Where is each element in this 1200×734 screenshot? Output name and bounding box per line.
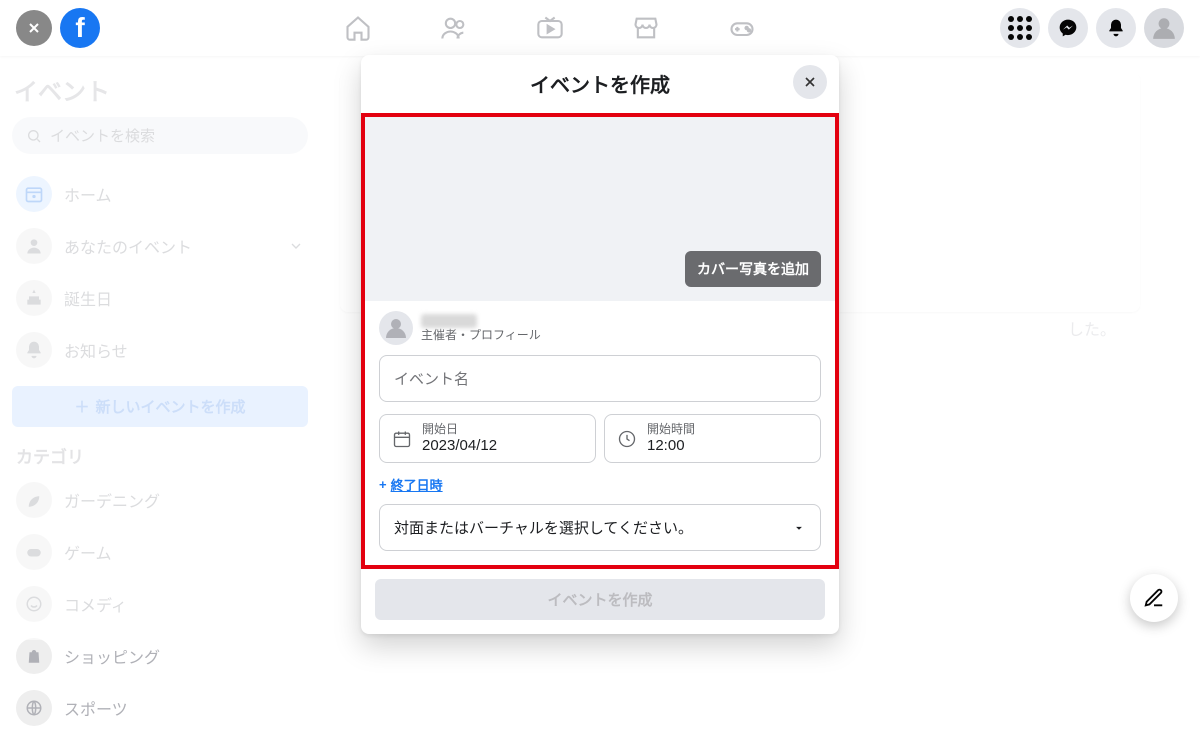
edit-icon — [1143, 587, 1165, 609]
add-end-datetime[interactable]: + 終了日時 — [365, 469, 835, 494]
add-end-label: 終了日時 — [391, 475, 443, 494]
modal-footer: イベントを作成 — [361, 569, 839, 634]
messenger-button[interactable] — [1048, 8, 1088, 48]
facebook-logo[interactable]: f — [60, 8, 100, 48]
start-time-value: 12:00 — [647, 437, 695, 454]
plus-icon: + — [379, 477, 387, 492]
modal-header: イベントを作成 — [361, 55, 839, 113]
marketplace-icon — [632, 14, 660, 42]
top-bar: f — [0, 0, 1200, 56]
add-cover-button[interactable]: カバー写真を追加 — [685, 251, 821, 287]
account-avatar[interactable] — [1144, 8, 1184, 48]
ball-icon — [25, 699, 43, 717]
close-icon — [26, 20, 42, 36]
nav-home[interactable] — [334, 4, 382, 52]
avatar-icon — [1151, 15, 1177, 41]
avatar-icon — [384, 316, 408, 340]
friends-icon — [440, 14, 468, 42]
start-time-label: 開始時間 — [647, 423, 695, 437]
nav-friends[interactable] — [430, 4, 478, 52]
organizer-name-blurred — [421, 314, 477, 328]
nav-marketplace[interactable] — [622, 4, 670, 52]
messenger-icon — [1058, 18, 1078, 38]
top-center-nav — [334, 4, 766, 52]
organizer-role: 主催者・プロフィール — [421, 328, 541, 342]
category-label: ショッピング — [64, 644, 160, 668]
location-type-select[interactable]: 対面またはバーチャルを選択してください。 — [379, 504, 821, 551]
gaming-icon — [728, 14, 756, 42]
bag-icon — [25, 647, 43, 665]
organizer-row: 主催者・プロフィール — [365, 301, 835, 349]
compose-fab[interactable] — [1130, 574, 1178, 622]
organizer-avatar — [379, 311, 413, 345]
category-item[interactable]: スポーツ — [8, 682, 312, 734]
menu-icon — [1008, 16, 1032, 40]
location-placeholder: 対面またはバーチャルを選択してください。 — [394, 517, 693, 538]
notifications-button[interactable] — [1096, 8, 1136, 48]
clock-icon — [617, 429, 637, 449]
bell-icon — [1106, 18, 1126, 38]
nav-gaming[interactable] — [718, 4, 766, 52]
start-date-value: 2023/04/12 — [422, 437, 497, 454]
top-left: f — [16, 8, 100, 48]
modal-title: イベントを作成 — [530, 75, 670, 97]
close-icon — [802, 74, 818, 90]
event-name-input[interactable]: イベント名 — [379, 355, 821, 402]
nav-watch[interactable] — [526, 4, 574, 52]
cover-photo-area[interactable]: カバー写真を追加 — [365, 117, 835, 301]
create-event-modal: イベントを作成 カバー写真を追加 主催者・プロフィール イベント名 — [361, 55, 839, 634]
category-label: スポーツ — [64, 696, 128, 720]
menu-button[interactable] — [1000, 8, 1040, 48]
watch-icon — [536, 14, 564, 42]
create-event-submit[interactable]: イベントを作成 — [375, 579, 825, 620]
close-button[interactable] — [16, 10, 52, 46]
modal-body-highlighted: カバー写真を追加 主催者・プロフィール イベント名 開始日 2023/04/12 — [361, 113, 839, 569]
start-time-input[interactable]: 開始時間 12:00 — [604, 414, 821, 463]
start-date-label: 開始日 — [422, 423, 497, 437]
start-date-input[interactable]: 開始日 2023/04/12 — [379, 414, 596, 463]
modal-close-button[interactable] — [793, 65, 827, 99]
home-icon — [344, 14, 372, 42]
top-right — [1000, 8, 1184, 48]
calendar-icon — [392, 429, 412, 449]
caret-down-icon — [792, 521, 806, 535]
